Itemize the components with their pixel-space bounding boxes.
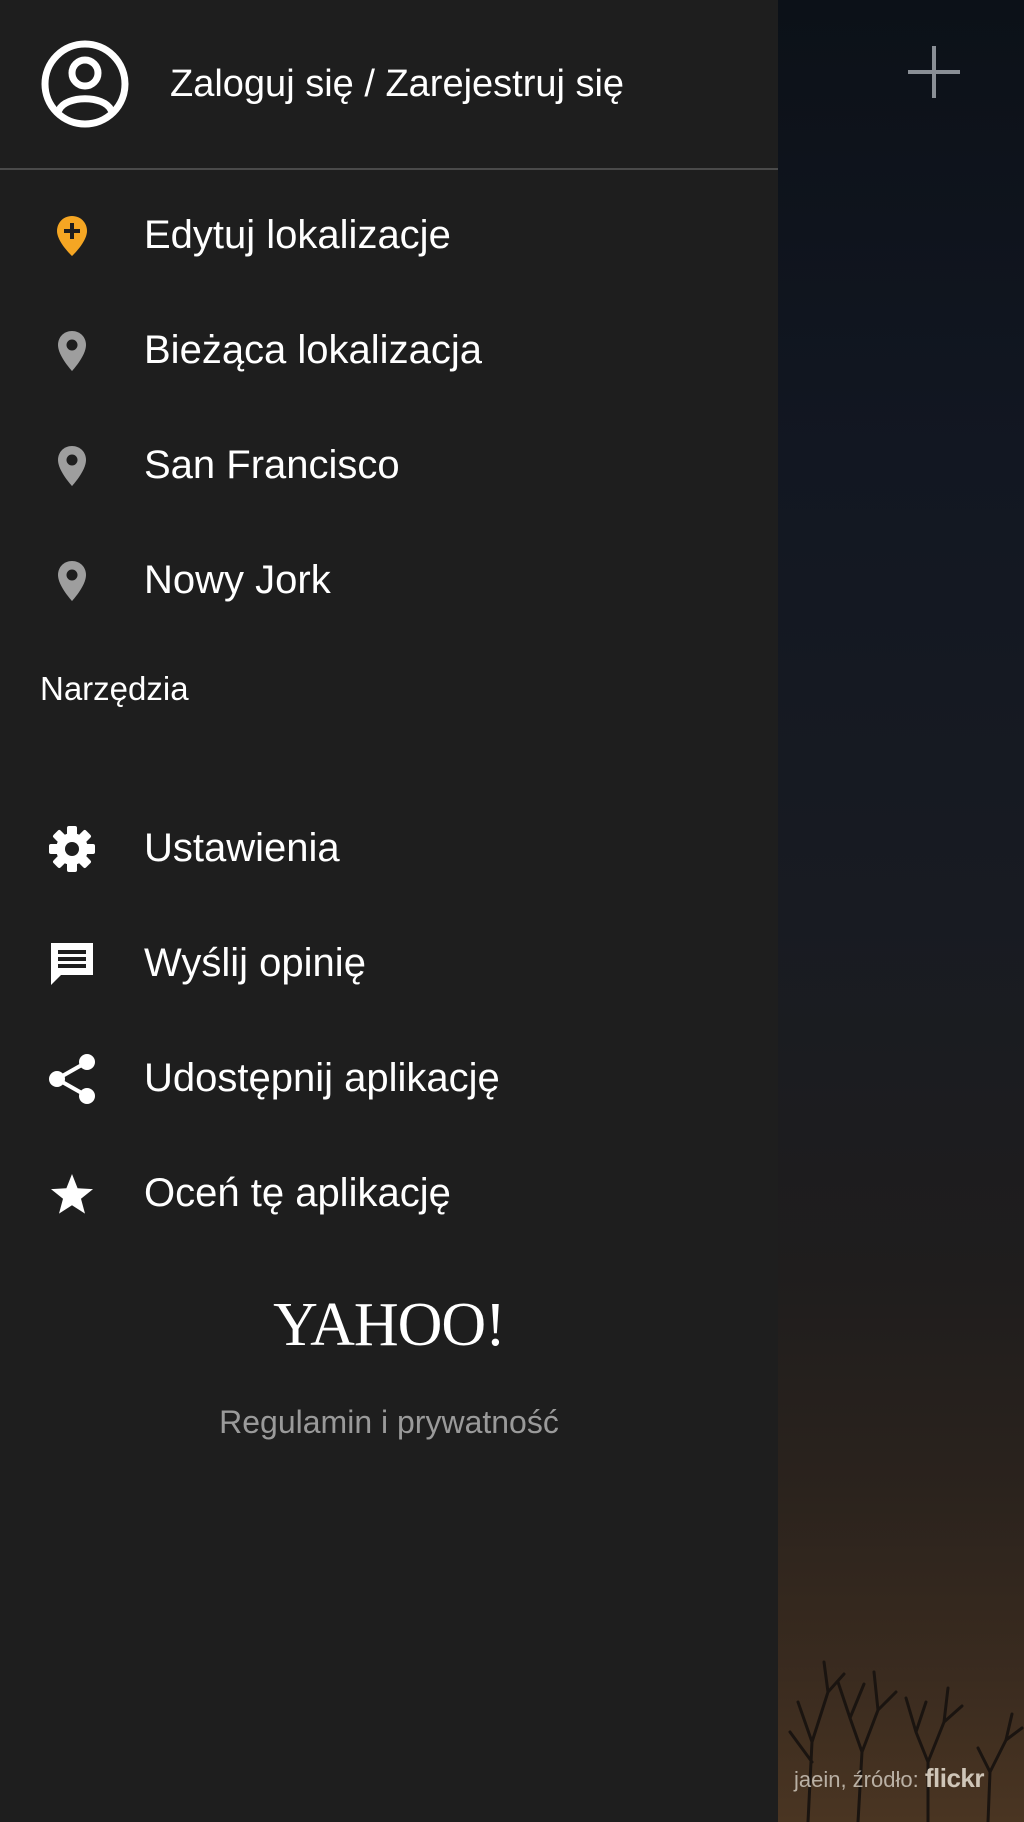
menu-item-label: Bieżąca lokalizacja xyxy=(144,328,482,372)
sign-in-row[interactable]: Zaloguj się / Zarejestruj się xyxy=(0,0,778,170)
flickr-logo: flickr xyxy=(924,1763,985,1793)
sign-in-label: Zaloguj się / Zarejestruj się xyxy=(170,62,625,105)
star-icon xyxy=(0,1171,144,1217)
menu-item-rate-app[interactable]: Oceń tę aplikację xyxy=(0,1136,778,1251)
tools-list: Ustawienia Wyślij opinię Udostępnij apli… xyxy=(0,791,778,1251)
locations-list: Edytuj lokalizacje Bieżąca lokalizacja S… xyxy=(0,178,778,638)
navigation-drawer: Zaloguj się / Zarejestruj się Edytuj lok… xyxy=(0,0,778,1822)
menu-item-label: Udostępnij aplikację xyxy=(144,1056,500,1100)
menu-item-edit-locations[interactable]: Edytuj lokalizacje xyxy=(0,178,778,293)
menu-item-settings[interactable]: Ustawienia xyxy=(0,791,778,906)
menu-item-share-app[interactable]: Udostępnij aplikację xyxy=(0,1021,778,1136)
location-pin-icon xyxy=(0,329,144,373)
menu-item-current-location[interactable]: Bieżąca lokalizacja xyxy=(0,293,778,408)
share-icon xyxy=(0,1053,144,1105)
photo-credit-prefix: jaein, źródło: xyxy=(793,1767,919,1792)
account-circle-icon xyxy=(41,40,129,128)
menu-item-new-york[interactable]: Nowy Jork xyxy=(0,523,778,638)
terms-and-privacy-link[interactable]: Regulamin i prywatność xyxy=(0,1404,778,1441)
menu-item-send-feedback[interactable]: Wyślij opinię xyxy=(0,906,778,1021)
feedback-icon xyxy=(0,939,144,989)
menu-item-label: Wyślij opinię xyxy=(144,941,366,985)
menu-item-label: Nowy Jork xyxy=(144,558,331,602)
add-location-icon xyxy=(0,214,144,258)
gear-icon xyxy=(0,823,144,875)
menu-item-san-francisco[interactable]: San Francisco xyxy=(0,408,778,523)
menu-item-label: Ustawienia xyxy=(144,826,340,870)
add-location-plus-icon[interactable] xyxy=(902,40,966,104)
tools-section-title: Narzędzia xyxy=(40,670,189,707)
location-pin-icon xyxy=(0,559,144,603)
location-pin-icon xyxy=(0,444,144,488)
menu-item-label: Oceń tę aplikację xyxy=(144,1171,451,1215)
yahoo-logo: YAHOO! xyxy=(273,1291,506,1359)
menu-item-label: Edytuj lokalizacje xyxy=(144,213,451,257)
menu-item-label: San Francisco xyxy=(144,443,400,487)
photo-credit: jaein, źródło: flickr xyxy=(793,1763,985,1794)
